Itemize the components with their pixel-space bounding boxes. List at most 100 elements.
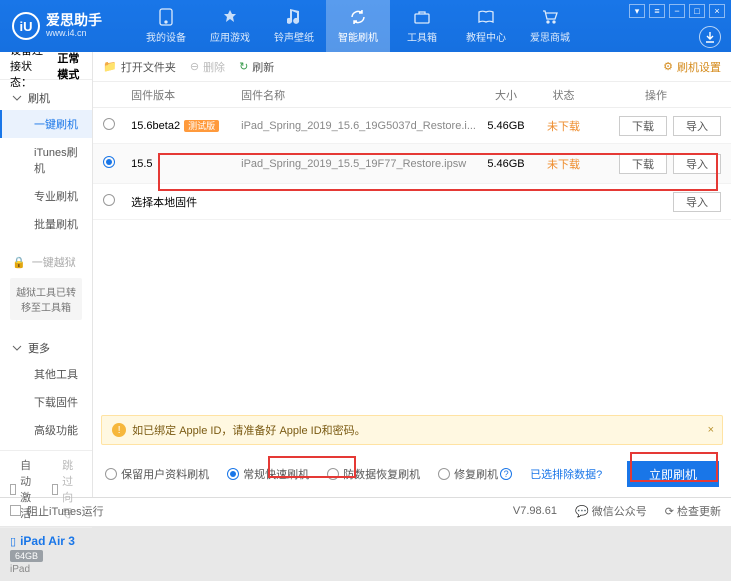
gear-icon: ⚙	[663, 60, 673, 73]
cart-icon	[541, 8, 559, 26]
import-button[interactable]: 导入	[673, 192, 721, 212]
exclude-data-link[interactable]: 已选排除数据?	[530, 466, 602, 482]
fw-status: 未下载	[536, 118, 591, 134]
opt-normal[interactable]: 常规快速刷机	[227, 466, 309, 482]
opt-repair[interactable]: 修复刷机?	[438, 466, 512, 482]
nav-apps[interactable]: 应用游戏	[198, 0, 262, 52]
download-indicator-icon[interactable]	[699, 26, 721, 48]
chevron-down-icon	[12, 93, 22, 103]
toolbox-icon	[413, 8, 431, 26]
tablet-icon: ▯	[10, 535, 16, 548]
flash-settings-button[interactable]: ⚙ 刷机设置	[663, 59, 721, 75]
window-close-button[interactable]: ×	[709, 4, 725, 18]
row-radio[interactable]	[103, 118, 115, 130]
toolbar-label: 刷新	[252, 59, 274, 75]
refresh-icon: ↻	[239, 60, 248, 73]
sidebar-more-header[interactable]: 更多	[0, 336, 92, 360]
refresh-icon	[349, 8, 367, 26]
conn-value: 正常模式	[57, 50, 82, 82]
opt-label: 常规快速刷机	[243, 466, 309, 482]
sidebar-item-download-fw[interactable]: 下载固件	[0, 388, 92, 416]
window-maximize-button[interactable]: □	[689, 4, 705, 18]
toolbar-label: 刷机设置	[677, 59, 721, 75]
device-type: iPad	[10, 564, 82, 575]
nav-label: 我的设备	[146, 29, 186, 44]
phone-icon	[157, 8, 175, 26]
opt-anti-recovery[interactable]: 防数据恢复刷机	[327, 466, 420, 482]
table-row[interactable]: 15.6beta2测试版 iPad_Spring_2019_15.6_19G50…	[93, 108, 731, 144]
app-logo: iU 爱思助手 www.i4.cn	[0, 12, 114, 40]
sidebar-header-label: 一键越狱	[32, 254, 76, 270]
open-folder-button[interactable]: 📁 打开文件夹	[103, 59, 176, 75]
check-update-link[interactable]: ⟳ 检查更新	[665, 503, 721, 519]
local-fw-label: 选择本地固件	[131, 194, 591, 210]
fw-version: 15.5	[131, 158, 152, 170]
opt-label: 防数据恢复刷机	[343, 466, 420, 482]
sidebar-flash-header[interactable]: 刷机	[0, 86, 92, 110]
opt-keep-data[interactable]: 保留用户资料刷机	[105, 466, 209, 482]
window-controls: ▾ ≡ − □ ×	[629, 4, 725, 18]
window-dash-button[interactable]: ≡	[649, 4, 665, 18]
start-flash-button[interactable]: 立即刷机	[627, 461, 719, 487]
sidebar-item-itunes[interactable]: iTunes刷机	[0, 138, 92, 182]
warning-icon: !	[112, 423, 126, 437]
app-icon	[221, 8, 239, 26]
brand-url: www.i4.cn	[46, 29, 102, 39]
version-label: V7.98.61	[513, 505, 557, 517]
sidebar-item-advanced[interactable]: 高级功能	[0, 416, 92, 444]
fw-filename: iPad_Spring_2019_15.5_19F77_Restore.ipsw	[241, 158, 476, 170]
download-button[interactable]: 下载	[619, 116, 667, 136]
sidebar-jailbreak-header[interactable]: 🔒 一键越狱	[0, 250, 92, 274]
folder-icon: 📁	[103, 60, 117, 73]
row-radio[interactable]	[103, 194, 115, 206]
radio-icon	[438, 468, 450, 480]
window-minimize-button[interactable]: −	[669, 4, 685, 18]
flash-options: 保留用户资料刷机 常规快速刷机 防数据恢复刷机 修复刷机? 已选排除数据? 立即…	[93, 451, 731, 497]
nav-store[interactable]: 爱思商城	[518, 0, 582, 52]
download-button[interactable]: 下载	[619, 154, 667, 174]
toolbar-label: 删除	[203, 59, 225, 75]
nav-ringtones[interactable]: 铃声壁纸	[262, 0, 326, 52]
device-card[interactable]: ▯ iPad Air 3 64GB iPad	[0, 527, 92, 581]
nav-label: 铃声壁纸	[274, 29, 314, 44]
delete-icon: ⊖	[190, 60, 199, 73]
sidebar-item-pro[interactable]: 专业刷机	[0, 182, 92, 210]
skip-guide-checkbox[interactable]	[52, 484, 58, 495]
import-button[interactable]: 导入	[673, 154, 721, 174]
help-icon[interactable]: ?	[500, 468, 512, 480]
fw-size: 5.46GB	[476, 120, 536, 132]
radio-icon	[327, 468, 339, 480]
fw-size: 5.46GB	[476, 158, 536, 170]
table-row[interactable]: 15.5 iPad_Spring_2019_15.5_19F77_Restore…	[93, 144, 731, 184]
sidebar-header-label: 更多	[28, 340, 50, 356]
block-itunes-checkbox[interactable]	[10, 505, 21, 516]
nav-label: 爱思商城	[530, 29, 570, 44]
wechat-link[interactable]: 💬 微信公众号	[575, 503, 647, 519]
opt-label: 保留用户资料刷机	[121, 466, 209, 482]
sidebar-item-othertools[interactable]: 其他工具	[0, 360, 92, 388]
block-itunes-label: 阻止iTunes运行	[27, 503, 104, 519]
main-content: 📁打开文件夹 ⊖删除 ↻刷新 ⚙刷机设置 固件版本 固件名称 大小 状态 操作 …	[93, 52, 731, 497]
window-menu-button[interactable]: ▾	[629, 4, 645, 18]
music-icon	[285, 8, 303, 26]
opt-label: 修复刷机	[454, 466, 498, 482]
nav-flash[interactable]: 智能刷机	[326, 0, 390, 52]
import-button[interactable]: 导入	[673, 116, 721, 136]
nav-label: 应用游戏	[210, 29, 250, 44]
chevron-down-icon	[12, 343, 22, 353]
nav-my-device[interactable]: 我的设备	[134, 0, 198, 52]
auto-activate-checkbox[interactable]	[10, 484, 16, 495]
notice-text: 如已绑定 Apple ID，请准备好 Apple ID和密码。	[132, 422, 366, 438]
nav-toolbox[interactable]: 工具箱	[390, 0, 454, 52]
update-icon: ⟳	[665, 506, 674, 518]
row-radio[interactable]	[103, 156, 115, 168]
refresh-button[interactable]: ↻ 刷新	[239, 59, 274, 75]
sidebar-item-oneclick[interactable]: 一键刷机	[0, 110, 92, 138]
nav-tutorials[interactable]: 教程中心	[454, 0, 518, 52]
th-version: 固件版本	[131, 87, 241, 103]
table-row-local[interactable]: 选择本地固件 导入	[93, 184, 731, 220]
apple-id-notice: ! 如已绑定 Apple ID，请准备好 Apple ID和密码。 ×	[101, 415, 723, 445]
toolbar-label: 打开文件夹	[121, 59, 176, 75]
sidebar-item-batch[interactable]: 批量刷机	[0, 210, 92, 238]
notice-close-button[interactable]: ×	[708, 424, 714, 436]
